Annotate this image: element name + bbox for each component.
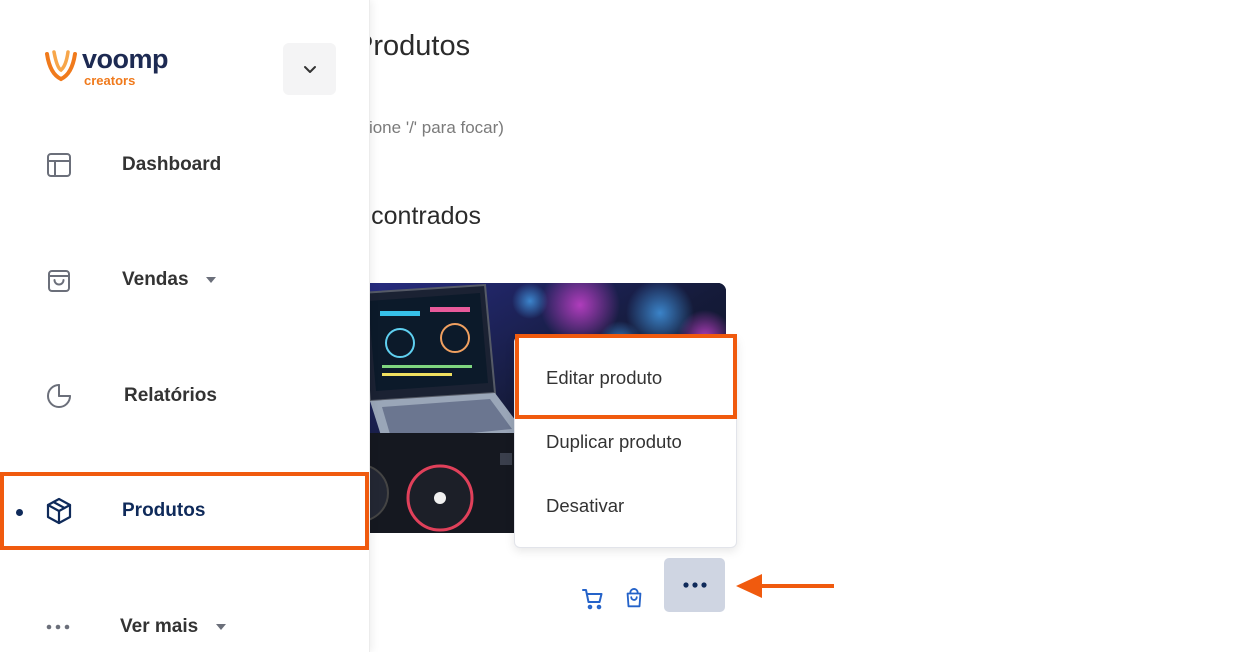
caret-down-icon: [206, 277, 216, 283]
voomp-logo-mark-icon: [45, 50, 77, 82]
pie-chart-icon: [47, 384, 71, 408]
highlight-box-produtos: [0, 472, 369, 550]
voomp-logo[interactable]: voomp creators: [44, 44, 204, 90]
page-title: Produtos: [354, 30, 471, 62]
sidebar: voomp creators Dashboard Vendas Relatóri…: [0, 0, 370, 652]
sidebar-item-label: Dashboard: [122, 154, 222, 175]
chevron-down-icon: [303, 66, 316, 73]
sidebar-item-dashboard[interactable]: Dashboard: [0, 135, 370, 195]
more-options-button[interactable]: [664, 558, 725, 612]
sidebar-item-relatorios[interactable]: Relatórios: [0, 366, 370, 426]
shopping-bag-icon[interactable]: [621, 586, 647, 612]
caret-down-icon: [216, 624, 226, 630]
more-horizontal-icon: [682, 582, 707, 588]
cart-icon[interactable]: [580, 586, 606, 612]
menu-item-duplicate-product[interactable]: Duplicar produto: [546, 431, 682, 453]
shopping-bag-icon: [48, 270, 70, 292]
sidebar-item-label: Vendas: [122, 269, 189, 290]
pointer-arrow-icon: [736, 574, 834, 598]
layout-icon: [47, 153, 71, 177]
sidebar-item-ver-mais[interactable]: Ver mais: [0, 597, 370, 652]
highlight-box-edit-product: [515, 334, 737, 419]
menu-item-deactivate[interactable]: Desativar: [546, 495, 624, 517]
logo-name: voomp: [82, 44, 169, 74]
more-horizontal-icon: [46, 624, 70, 630]
sidebar-item-label: Relatórios: [124, 385, 217, 406]
sidebar-collapse-button[interactable]: [283, 43, 336, 95]
sidebar-item-vendas[interactable]: Vendas: [0, 250, 370, 310]
sidebar-item-label: Ver mais: [120, 616, 199, 637]
logo-subtitle: creators: [84, 73, 136, 88]
